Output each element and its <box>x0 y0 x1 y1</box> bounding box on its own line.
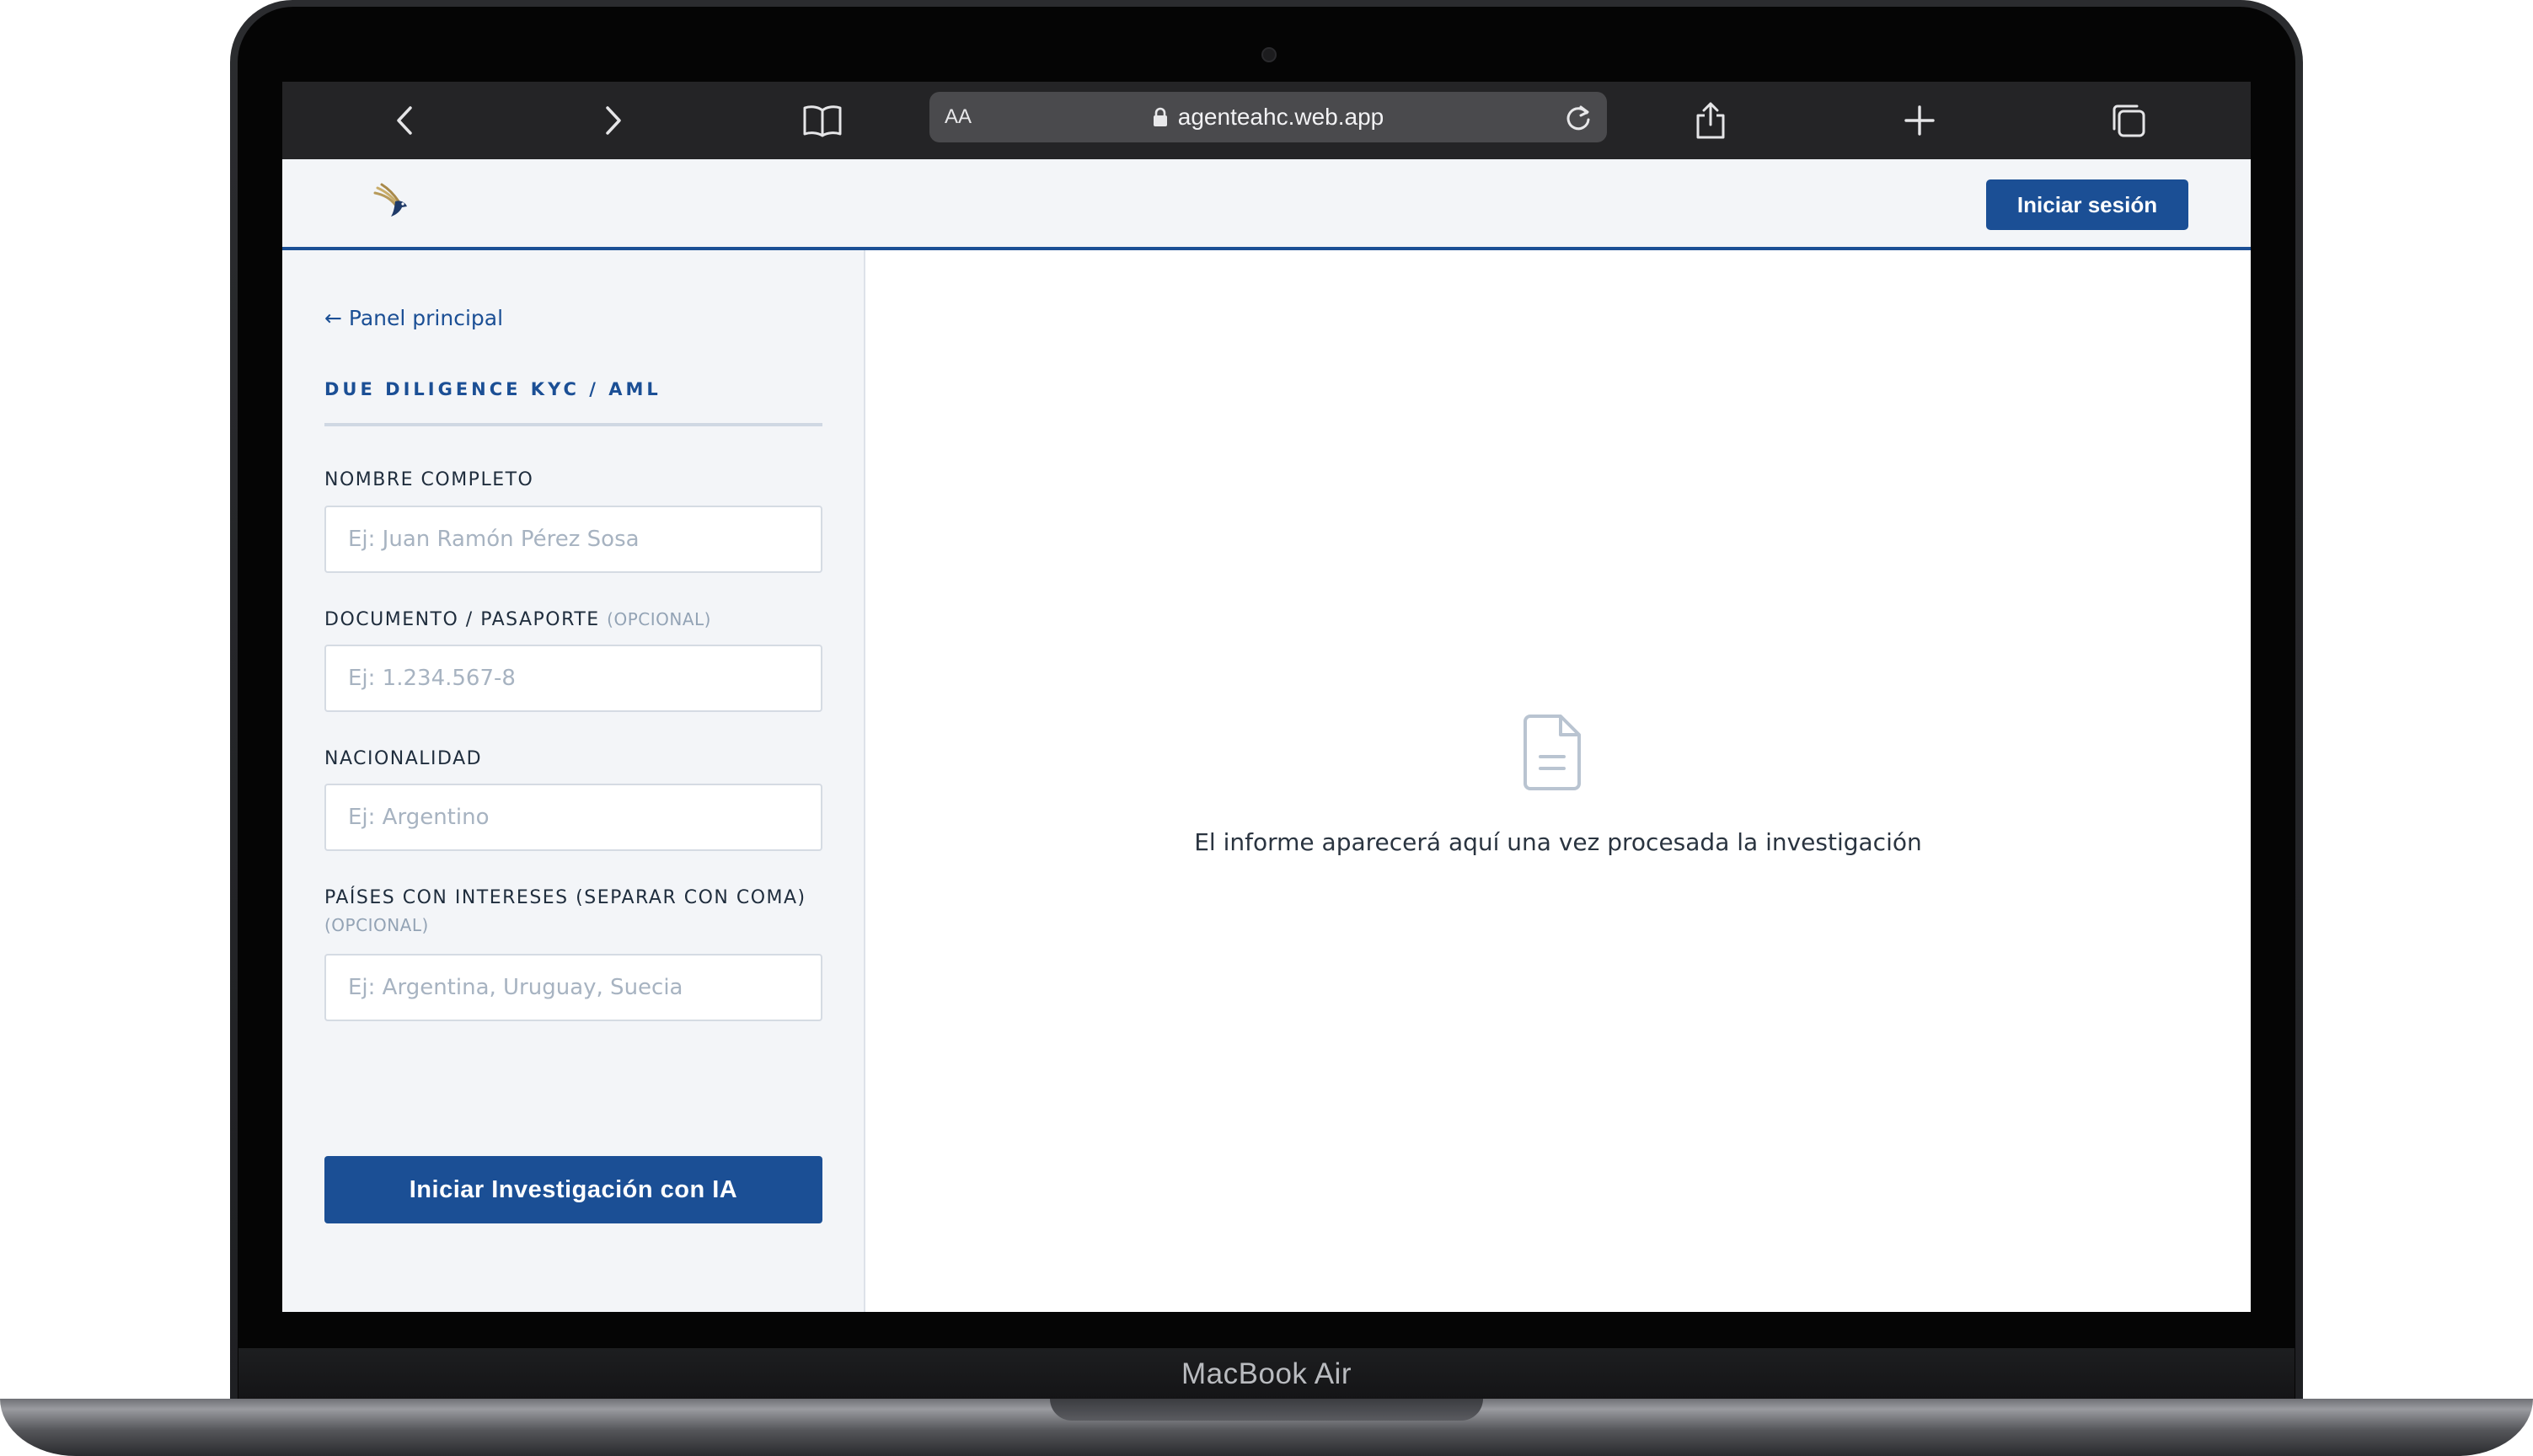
eagle-logo-icon[interactable] <box>370 181 417 228</box>
countries-label: PAÍSES CON INTERESES (SEPARAR CON COMA) … <box>324 885 806 939</box>
section-title: DUE DILIGENCE KYC / AML <box>324 379 661 399</box>
url-text: agenteahc.web.app <box>1177 104 1384 130</box>
full-name-label: NOMBRE COMPLETO <box>324 467 533 494</box>
report-panel: El informe aparecerá aquí una vez proces… <box>865 250 2251 1312</box>
browser-toolbar: AA agenteahc.web.app <box>282 82 2251 159</box>
document-input[interactable] <box>324 645 822 712</box>
countries-optional-tag: (OPCIONAL) <box>324 915 429 935</box>
section-divider <box>324 423 822 426</box>
countries-input[interactable] <box>324 954 822 1021</box>
laptop-base-notch <box>1050 1399 1483 1421</box>
book-icon[interactable] <box>793 95 852 146</box>
camera-icon <box>1261 47 1277 62</box>
back-to-dashboard-link[interactable]: ← Panel principal <box>324 306 503 330</box>
chevron-right-icon[interactable] <box>584 95 643 146</box>
address-bar[interactable]: AA agenteahc.web.app <box>929 92 1607 142</box>
empty-state-message: El informe aparecerá aquí una vez proces… <box>1194 828 1922 856</box>
text-size-button[interactable]: AA <box>945 92 972 142</box>
document-optional-tag: (OPCIONAL) <box>607 609 711 629</box>
url-wrap: agenteahc.web.app <box>929 92 1607 142</box>
lock-icon <box>1153 107 1167 126</box>
nationality-label-text: NACIONALIDAD <box>324 748 483 769</box>
chevron-left-icon[interactable] <box>375 95 434 146</box>
device-label: MacBook Air <box>1181 1357 1352 1390</box>
reload-icon[interactable] <box>1561 100 1595 134</box>
start-investigation-button[interactable]: Iniciar Investigación con IA <box>324 1156 822 1223</box>
document-label: DOCUMENTO / PASAPORTE (OPCIONAL) <box>324 606 711 634</box>
tabs-icon[interactable] <box>2099 95 2158 146</box>
app-header: Iniciar sesión <box>282 159 2251 250</box>
document-label-text: DOCUMENTO / PASAPORTE <box>324 609 600 630</box>
plus-icon[interactable] <box>1890 95 1949 146</box>
full-name-label-text: NOMBRE COMPLETO <box>324 469 534 490</box>
countries-label-text: PAÍSES CON INTERESES (SEPARAR CON COMA) <box>324 887 806 908</box>
nationality-label: NACIONALIDAD <box>324 746 482 773</box>
sidebar-form: ← Panel principal DUE DILIGENCE KYC / AM… <box>282 250 865 1312</box>
share-icon[interactable] <box>1681 95 1740 146</box>
nationality-input[interactable] <box>324 784 822 851</box>
login-button[interactable]: Iniciar sesión <box>1986 179 2188 230</box>
document-icon <box>1520 709 1588 794</box>
screen: AA agenteahc.web.app Iniciar sesión ← Pa… <box>282 82 2251 1312</box>
full-name-input[interactable] <box>324 506 822 573</box>
laptop-chin: MacBook Air <box>238 1348 2295 1400</box>
